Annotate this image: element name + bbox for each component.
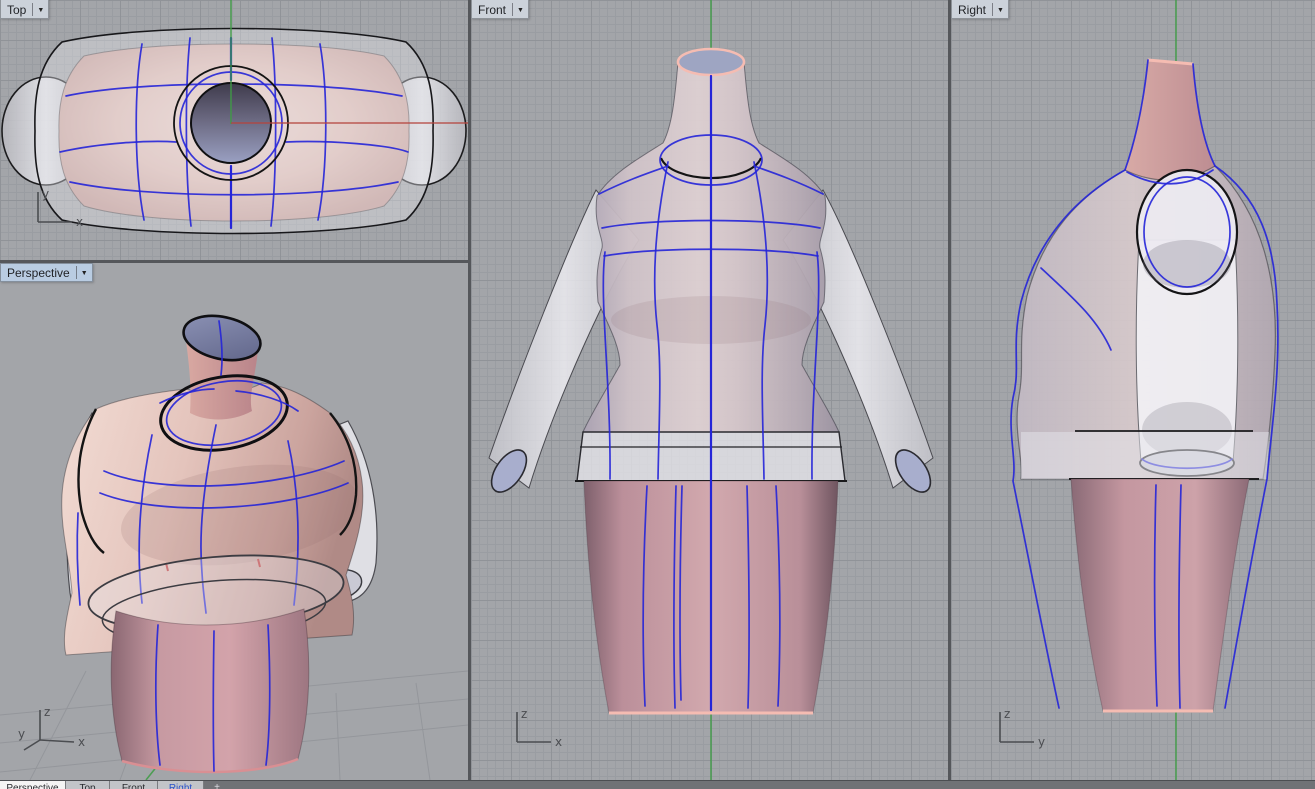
viewport-title-text: Front bbox=[478, 2, 507, 17]
viewport-top[interactable]: Top ▼ y x bbox=[0, 0, 468, 260]
viewport-perspective[interactable]: Perspective ▼ z x y bbox=[0, 263, 468, 780]
viewport-title-text: Top bbox=[7, 2, 27, 17]
tab-front[interactable]: Front bbox=[110, 781, 158, 789]
perspective-view-model bbox=[61, 314, 378, 774]
new-viewport-tab-button[interactable]: + bbox=[204, 781, 230, 789]
viewport-title-divider bbox=[32, 3, 34, 16]
viewport-title-top[interactable]: Top ▼ bbox=[0, 0, 50, 20]
tab-top[interactable]: Top bbox=[66, 781, 110, 789]
right-view-model bbox=[1010, 58, 1279, 713]
tab-right[interactable]: Right bbox=[158, 781, 204, 789]
viewport-splitter-horizontal[interactable] bbox=[0, 260, 468, 263]
front-view-model bbox=[488, 47, 934, 715]
viewport-title-right[interactable]: Right ▼ bbox=[951, 0, 1009, 19]
viewport-menu-arrow-icon[interactable]: ▼ bbox=[37, 2, 44, 20]
front-view-canvas[interactable] bbox=[471, 0, 948, 780]
tab-label: Front bbox=[121, 783, 146, 789]
viewport-menu-arrow-icon[interactable]: ▼ bbox=[997, 2, 1004, 20]
workspace: Top ▼ y x Perspective ▼ z x y Front ▼ z … bbox=[0, 0, 1315, 789]
viewport-tabs: Perspective Top Front Right + bbox=[0, 780, 1315, 789]
viewport-front[interactable]: Front ▼ z x bbox=[471, 0, 948, 780]
perspective-view-canvas[interactable] bbox=[0, 263, 468, 780]
viewport-title-divider bbox=[512, 3, 514, 16]
top-view-model bbox=[1, 27, 467, 235]
plus-icon: + bbox=[214, 782, 220, 789]
viewport-title-divider bbox=[75, 266, 77, 279]
tab-label: Right bbox=[168, 783, 193, 789]
tab-label: Top bbox=[79, 783, 96, 789]
viewport-menu-arrow-icon[interactable]: ▼ bbox=[517, 2, 524, 20]
viewport-menu-arrow-icon[interactable]: ▼ bbox=[81, 265, 88, 283]
viewport-title-divider bbox=[992, 3, 994, 16]
viewport-splitter-vertical-left[interactable] bbox=[468, 0, 471, 780]
right-view-canvas[interactable] bbox=[951, 0, 1315, 780]
top-view-canvas[interactable] bbox=[0, 0, 468, 260]
viewport-title-front[interactable]: Front ▼ bbox=[471, 0, 529, 19]
tab-label: Perspective bbox=[6, 783, 59, 789]
viewport-title-perspective[interactable]: Perspective ▼ bbox=[0, 263, 93, 282]
viewport-title-text: Right bbox=[958, 2, 987, 17]
viewport-splitter-vertical-right[interactable] bbox=[948, 0, 951, 780]
neck-top-rim bbox=[676, 47, 746, 77]
viewport-right[interactable]: Right ▼ z y bbox=[951, 0, 1315, 780]
viewport-title-text: Perspective bbox=[7, 265, 70, 280]
tab-perspective[interactable]: Perspective bbox=[0, 781, 66, 789]
